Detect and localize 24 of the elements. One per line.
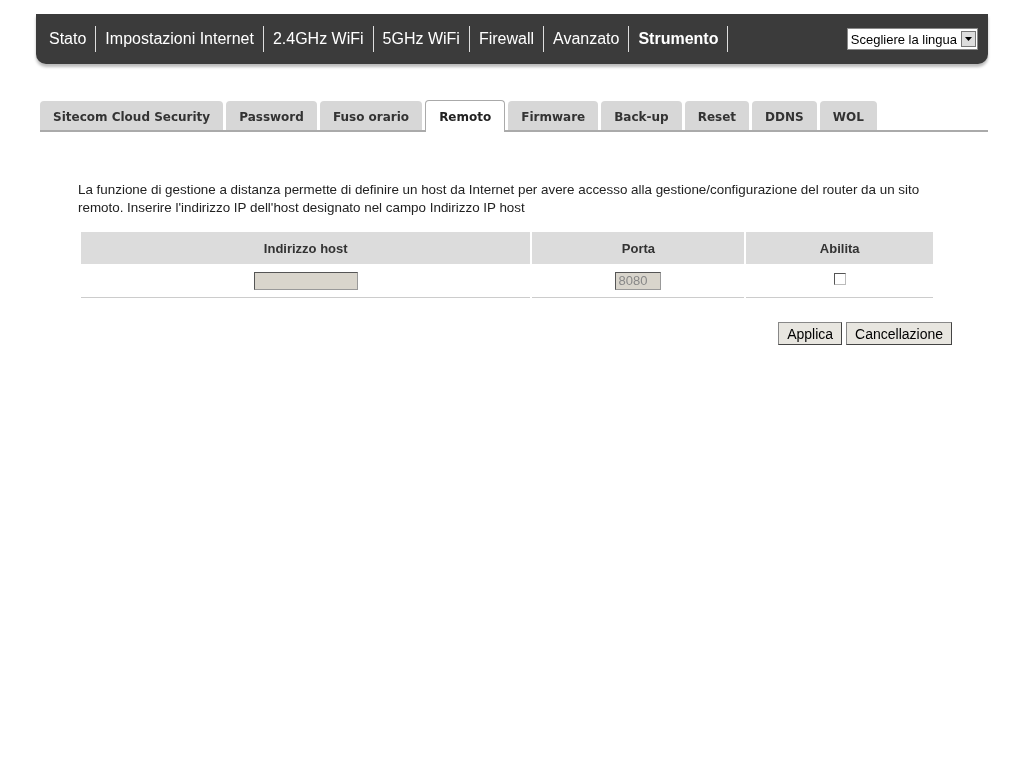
nav-link[interactable]: Stato: [40, 26, 97, 52]
nav-link[interactable]: Avanzato: [544, 26, 630, 52]
action-button[interactable]: Applica: [778, 322, 843, 345]
nav-link[interactable]: Impostazioni Internet: [96, 26, 264, 52]
description-text: La funzione di gestione a distanza permette di definire un host da Internet per avere accesso alla gestione/configurazione del router da un sito remoto. Inserire l'indirizzo IP dell'host designato nel campo Indirizzo IP host: [78, 181, 921, 217]
nav-link[interactable]: Strumento: [629, 26, 729, 52]
action-button[interactable]: Cancellazione: [846, 322, 952, 345]
tab[interactable]: WOL: [819, 101, 877, 130]
nav-link[interactable]: 5GHz WiFi: [373, 26, 470, 52]
tab[interactable]: Sitecom Cloud Security: [40, 101, 224, 130]
tab[interactable]: Firmware: [508, 101, 599, 130]
nav-link[interactable]: 2.4GHz WiFi: [263, 26, 374, 52]
column-header: Porta: [532, 232, 745, 264]
enable-checkbox[interactable]: [833, 273, 846, 285]
nav-link[interactable]: Firewall: [469, 26, 544, 52]
tab[interactable]: DDNS: [752, 101, 817, 130]
column-header: Indirizzo host: [81, 232, 531, 264]
tab[interactable]: Password: [226, 101, 317, 130]
tab[interactable]: Fuso orario: [319, 101, 423, 130]
language-select[interactable]: Scegliere la lingua: [846, 28, 978, 50]
tab[interactable]: Back-up: [601, 101, 682, 130]
tab[interactable]: Reset: [684, 101, 750, 130]
column-header: Abilita: [746, 232, 933, 264]
tab[interactable]: Remoto: [425, 100, 506, 132]
